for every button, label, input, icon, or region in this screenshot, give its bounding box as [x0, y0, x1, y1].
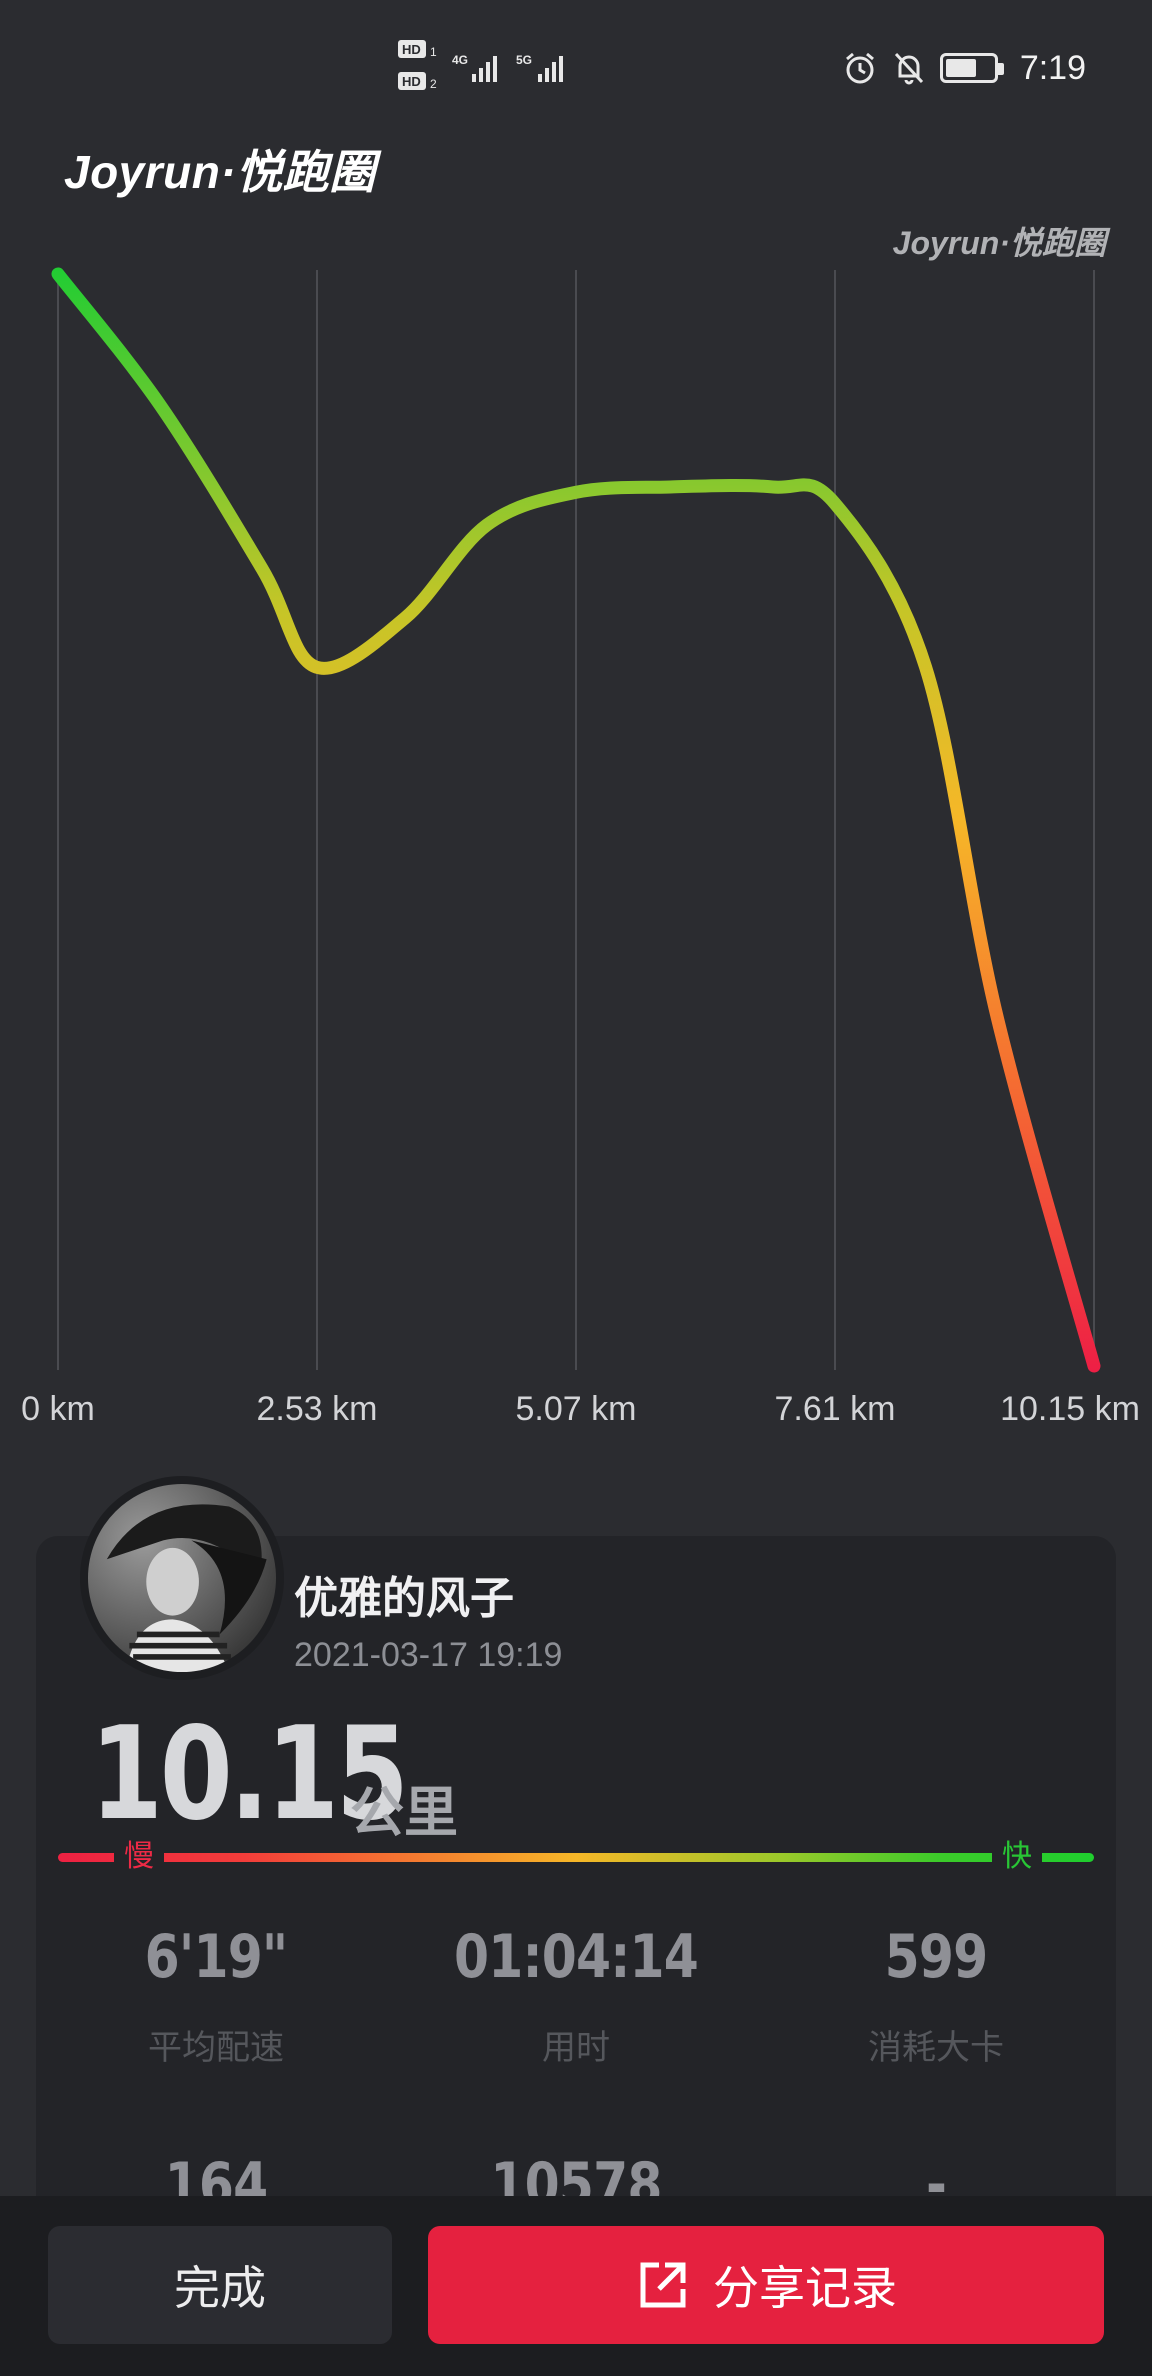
distance-unit: 公里 [350, 1781, 458, 1844]
x-tick-label: 0 km [21, 1390, 95, 1428]
avatar-image [88, 1484, 276, 1672]
pace-slow-label: 慢 [114, 1838, 164, 1876]
pace-chart: 0 km 2.53 km 5.07 km 7.61 km 10.15 km [0, 250, 1152, 1450]
clock: 7:19 [1019, 48, 1086, 87]
bell-off-icon [894, 52, 923, 85]
share-record-button[interactable]: 分享记录 [428, 2226, 1104, 2344]
x-tick-label: 7.61 km [774, 1390, 896, 1428]
pace-scale: 慢 快 [58, 1838, 1094, 1876]
pace-chart-svg [51, 267, 1101, 1373]
stat-avg-pace: 6'19" 平均配速 [36, 1922, 396, 2069]
svg-text:5G: 5G [516, 53, 532, 67]
done-button[interactable]: 完成 [48, 2226, 392, 2344]
run-datetime: 2021-03-17 19:19 [294, 1636, 563, 1674]
stat-label: 平均配速 [148, 2028, 284, 2068]
x-tick-label: 5.07 km [515, 1390, 637, 1428]
stat-value: 01:04:14 [453, 1922, 699, 1992]
svg-text:1: 1 [430, 45, 437, 59]
avatar[interactable] [80, 1476, 284, 1680]
svg-text:HD: HD [402, 74, 421, 89]
x-tick-label: 10.15 km [1000, 1390, 1140, 1428]
stat-label: 用时 [542, 2028, 610, 2068]
x-tick-label: 2.53 km [256, 1390, 378, 1428]
share-icon [640, 2262, 686, 2308]
battery-icon [939, 53, 1004, 83]
stat-calories: 599 消耗大卡 [756, 1922, 1116, 2069]
pace-fast-label: 快 [992, 1838, 1042, 1876]
app-logo: Joyrun·悦跑圈 [64, 146, 376, 198]
svg-text:2: 2 [430, 77, 437, 91]
stat-duration: 01:04:14 用时 [396, 1922, 756, 2069]
runner-name: 优雅的风子 [294, 1573, 514, 1624]
alarm-icon [845, 52, 874, 84]
status-bar: HD 1 HD 2 4G 5G 7:19 [0, 0, 1152, 130]
svg-text:4G: 4G [452, 53, 468, 67]
signal-icons: HD 1 HD 2 4G 5G [398, 40, 563, 91]
done-button-label: 完成 [174, 2261, 266, 2315]
share-button-label: 分享记录 [713, 2261, 897, 2315]
stat-label: 消耗大卡 [868, 2028, 1004, 2068]
svg-text:HD: HD [402, 42, 421, 57]
pace-gradient-bar [58, 1853, 1094, 1862]
stat-value: 6'19" [144, 1922, 289, 1992]
stat-value: 599 [884, 1922, 989, 1992]
